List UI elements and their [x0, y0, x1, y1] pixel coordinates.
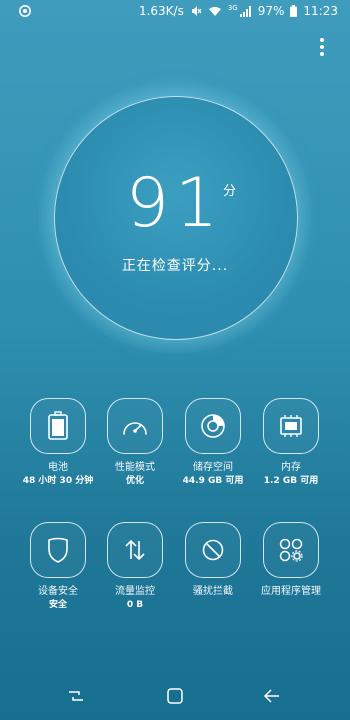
- battery-percent: 97%: [257, 4, 285, 18]
- battery-icon: [290, 5, 298, 17]
- score-value: 91: [125, 164, 225, 243]
- wifi-icon: [208, 6, 222, 17]
- status-bar: 1.63K/s 3G 97% 11:23: [0, 0, 350, 24]
- tile-label: 内存: [281, 462, 301, 473]
- shield-icon: [48, 537, 68, 563]
- home-icon[interactable]: [165, 686, 185, 706]
- recents-icon[interactable]: [66, 686, 86, 706]
- tile-sub: 1.2 GB 可用: [263, 476, 319, 486]
- tile-sub: 48 小时 30 分钟: [22, 476, 94, 486]
- storage-icon: [201, 414, 225, 438]
- navigation-bar: [0, 670, 350, 720]
- tile-label: 设备安全: [38, 586, 78, 597]
- tile-sub: 优化: [125, 476, 144, 486]
- block-button[interactable]: [185, 522, 241, 578]
- network-speed: 1.63K/s: [138, 4, 184, 18]
- data-transfer-icon: [125, 539, 145, 561]
- chip-icon: [280, 415, 302, 437]
- tile-storage[interactable]: 储存空间 44.9 GB 可用: [176, 398, 250, 487]
- app-manager-button[interactable]: [263, 522, 319, 578]
- tile-battery[interactable]: 电池 48 小时 30 分钟: [21, 398, 95, 487]
- back-icon[interactable]: [262, 686, 282, 706]
- signal-icon: [239, 5, 252, 17]
- tile-device-security[interactable]: 设备安全 安全: [21, 522, 95, 611]
- sync-icon: [18, 4, 32, 18]
- device-security-button[interactable]: [30, 522, 86, 578]
- storage-button[interactable]: [185, 398, 241, 454]
- tile-app-manager[interactable]: 应用程序管理: [254, 522, 328, 598]
- tile-label: 应用程序管理: [261, 586, 321, 597]
- tile-block[interactable]: 骚扰拦截: [176, 522, 250, 598]
- battery-button[interactable]: [30, 398, 86, 454]
- battery-icon: [48, 411, 68, 440]
- network-type: 3G: [227, 4, 238, 12]
- mute-icon: [190, 5, 202, 17]
- tile-label: 电池: [48, 462, 68, 473]
- clock: 11:23: [303, 4, 338, 18]
- tile-sub: 0 B: [126, 600, 144, 610]
- tile-label: 性能模式: [115, 462, 155, 473]
- score-status: 正在检查评分...: [121, 258, 229, 274]
- tile-label: 流量监控: [115, 586, 155, 597]
- score-unit: 分: [223, 184, 237, 199]
- tile-label: 储存空间: [193, 462, 233, 473]
- tile-sub: 44.9 GB 可用: [182, 476, 244, 486]
- more-vert-icon[interactable]: [318, 38, 326, 56]
- tile-sub: 安全: [48, 600, 67, 610]
- block-icon: [202, 539, 224, 561]
- speedometer-icon: [123, 422, 147, 435]
- tile-data-monitor[interactable]: 流量监控 0 B: [98, 522, 172, 611]
- tile-performance[interactable]: 性能模式 优化: [98, 398, 172, 487]
- apps-gear-icon: [279, 538, 303, 562]
- memory-button[interactable]: [263, 398, 319, 454]
- data-monitor-button[interactable]: [107, 522, 163, 578]
- tile-memory[interactable]: 内存 1.2 GB 可用: [254, 398, 328, 487]
- tile-label: 骚扰拦截: [193, 586, 233, 597]
- performance-button[interactable]: [107, 398, 163, 454]
